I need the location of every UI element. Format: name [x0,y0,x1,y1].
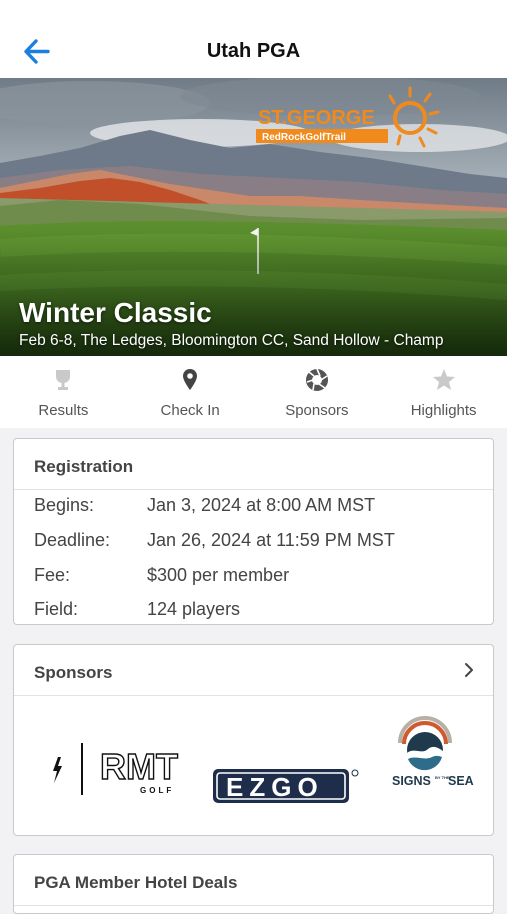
row-label: Fee: [34,565,71,585]
star-icon [432,369,455,390]
tab-results[interactable]: Results [0,356,127,428]
row-label: Field: [34,599,79,619]
tab-check-in[interactable]: Check In [127,356,254,428]
map-pin-icon [183,369,198,390]
rmt-logo-text: RMT [100,746,178,787]
registration-card: Registration Begins: Jan 3, 2024 at 8:00… [13,438,494,625]
logo-text-st-george: ST.GEORGE [258,107,375,129]
row-label: Begins: [34,495,95,515]
event-tab-bar: Results Check In Sponsors Highlights [0,356,507,428]
sponsor-logo-signs-by-the-sea[interactable]: SIGNS BY THE SEA [376,713,476,793]
tab-label: Highlights [410,402,477,419]
event-title: Winter Classic [19,297,212,328]
trophy-icon [56,370,71,390]
logo-text-red-rock: RedRockGolfTrail [262,132,346,143]
signs-logo-text-sea: SEA [448,774,474,788]
sponsors-title: Sponsors [14,645,493,696]
row-label: Deadline: [34,530,111,550]
ezgo-logo-text: EZGO [226,772,324,802]
hotel-deals-title: PGA Member Hotel Deals [14,855,493,906]
row-value: 124 players [147,599,241,619]
event-hero-banner: ST.GEORGE RedRockGolfTrail Winter Classi… [0,78,507,356]
signs-logo-text: SIGNS [392,774,431,788]
event-subtitle: Feb 6-8, The Ledges, Bloomington CC, San… [19,332,444,349]
sponsors-card[interactable]: Sponsors RMT GOLF EZGO SIGNS BY THE SEA [13,644,494,836]
registration-title: Registration [14,439,493,490]
tab-label: Sponsors [285,402,349,419]
row-value: Jan 3, 2024 at 8:00 AM MST [147,495,376,515]
aperture-icon [305,368,328,391]
tab-sponsors[interactable]: Sponsors [254,356,381,428]
hotel-deals-card[interactable]: PGA Member Hotel Deals [13,854,494,914]
page-title: Utah PGA [206,40,301,62]
chevron-right-icon[interactable] [463,662,475,678]
row-value: $300 per member [147,565,290,585]
tab-label: Check In [160,402,220,419]
row-value: Jan 26, 2024 at 11:59 PM MST [147,530,395,550]
tab-highlights[interactable]: Highlights [380,356,507,428]
sponsor-logo-rmt-golf[interactable]: RMT GOLF [48,739,188,799]
navigation-bar: Utah PGA [0,0,507,78]
tab-label: Results [38,402,89,419]
rmt-logo-subtext: GOLF [140,786,174,795]
sponsor-logo-ezgo[interactable]: EZGO [211,767,361,807]
